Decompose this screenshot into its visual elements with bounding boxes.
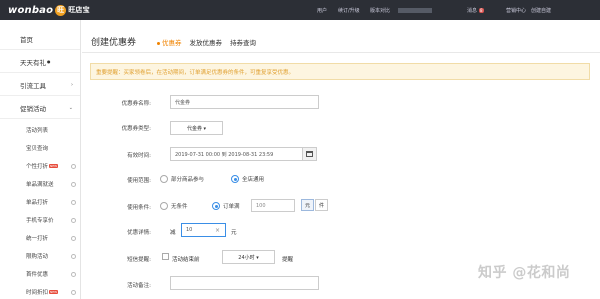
sidebar-sub-time-discount[interactable]: 时间折扣 NEW <box>26 288 59 296</box>
page-title: 创建优惠券 <box>91 38 137 48</box>
nav-version-compare-link[interactable]: 版本对比 <box>370 0 390 20</box>
notice-banner: 重要提醒：买家领卷后，在活动期间，订单满足优惠券的条件，可重复享受优惠。 <box>90 63 590 80</box>
calendar-icon <box>306 151 313 157</box>
logo-badge-icon: 旺 <box>55 4 67 16</box>
sidebar-sub-single-discount[interactable]: 单品打折 <box>26 198 48 206</box>
help-icon[interactable] <box>71 164 76 169</box>
coupon-type-label: 优惠券类型: <box>121 126 151 132</box>
nav-account-link[interactable]: 用户 <box>317 0 327 20</box>
logo-text: wonbao <box>8 4 54 16</box>
scope-partial-radio[interactable]: 部分商品参与 <box>160 175 204 183</box>
clear-icon[interactable]: × <box>215 227 220 234</box>
discount-amount-value: 10 <box>186 227 193 233</box>
nav-marketing-center-link[interactable]: 营销中心 <box>506 0 526 20</box>
coupon-type-select[interactable]: 代金券 ▾ <box>170 121 223 135</box>
condition-amount-input[interactable]: 100 <box>251 199 295 212</box>
scope-label: 使用范围: <box>127 178 151 184</box>
sidebar-sub-item-query[interactable]: 宝贝查询 <box>26 144 48 152</box>
user-name-redacted <box>398 7 432 13</box>
help-icon[interactable] <box>71 272 76 277</box>
discount-prefix: 减 <box>170 230 176 236</box>
help-icon[interactable] <box>71 182 76 187</box>
nav-messages-link[interactable]: 消息 8 <box>467 0 484 20</box>
sidebar-sub-purchase-limit[interactable]: 限购活动 <box>26 252 48 260</box>
sidebar-sub-mobile-price[interactable]: 手机专享价 <box>26 216 54 224</box>
new-tag: NEW <box>49 164 59 168</box>
nav-renew-link[interactable]: 续订/升级 <box>338 0 360 20</box>
nav-user-name[interactable] <box>398 0 432 20</box>
active-dot-icon <box>157 41 160 45</box>
sidebar-item-traffic-tools[interactable]: 引流工具 › <box>0 74 80 96</box>
logo-subtitle: 旺店宝 <box>68 6 90 14</box>
discount-amount-input[interactable]: 10 × <box>181 223 226 237</box>
messages-count-badge: 8 <box>479 7 484 13</box>
discount-suffix: 元 <box>231 230 237 236</box>
chevron-down-icon: ⌄ <box>68 104 73 111</box>
brand-logo[interactable]: wonbao 旺 旺店宝 <box>8 3 90 17</box>
sms-suffix: 提醒 <box>282 257 294 263</box>
radio-icon <box>160 175 168 183</box>
unit-piece-button[interactable]: 件 <box>315 199 328 211</box>
header-divider <box>82 52 600 53</box>
chevron-right-icon: › <box>71 81 73 88</box>
sms-time-select[interactable]: 24小时 ▾ <box>222 250 275 264</box>
nav-create-link[interactable]: 创建自建 <box>531 0 551 20</box>
sidebar-item-promotions[interactable]: 促销活动 ⌄ <box>0 97 80 119</box>
radio-checked-icon <box>231 175 239 183</box>
tab-bar: 优惠券 发放优惠券 持券查询 <box>157 37 264 47</box>
sms-before-end-label: 活动结束前 <box>172 257 200 263</box>
coupon-name-input[interactable]: 代金券 <box>170 95 319 109</box>
sidebar-sub-uniform-discount[interactable]: 统一打折 <box>26 234 48 242</box>
condition-none-radio[interactable]: 无条件 <box>160 202 188 210</box>
sidebar-sub-first-item[interactable]: 首件优惠 <box>26 270 48 278</box>
sms-reminder-label: 短信提醒: <box>127 257 151 263</box>
radio-checked-icon <box>212 202 220 210</box>
sms-reminder-checkbox[interactable] <box>162 253 169 260</box>
tab-holder-query[interactable]: 持券查询 <box>230 37 256 47</box>
new-tag: NEW <box>49 290 59 294</box>
discount-detail-label: 优惠详情: <box>127 230 151 236</box>
sidebar-dot-icon: ● <box>47 59 51 64</box>
condition-label: 使用条件: <box>127 205 151 211</box>
sidebar-sub-single-gift[interactable]: 单品满就送 <box>26 180 54 188</box>
scope-all-store-radio[interactable]: 全店通用 <box>231 175 264 183</box>
top-bar: wonbao 旺 旺店宝 用户 续订/升级 版本对比 消息 8 营销中心 创建自… <box>0 0 600 20</box>
valid-period-input[interactable]: 2019-07-31 00:00 到 2019-08-31 23:59 <box>170 147 303 161</box>
remark-label: 活动备注: <box>127 283 151 289</box>
calendar-button[interactable] <box>302 147 317 161</box>
tab-coupon[interactable]: 优惠券 <box>157 37 182 47</box>
help-icon[interactable] <box>71 254 76 259</box>
coupon-name-label: 优惠券名称: <box>121 101 151 107</box>
watermark-text: 知乎 @花和尚 <box>478 265 571 281</box>
valid-period-label: 有效时间: <box>127 153 151 159</box>
help-icon[interactable] <box>71 236 76 241</box>
help-icon[interactable] <box>71 200 76 205</box>
tab-issue-coupon[interactable]: 发放优惠券 <box>190 37 223 47</box>
radio-icon <box>160 202 168 210</box>
help-icon[interactable] <box>71 218 76 223</box>
sidebar-item-daily-gift[interactable]: 天天有礼 ● <box>0 51 80 73</box>
sidebar: 首页 天天有礼 ● 引流工具 › 促销活动 ⌄ 活动列表 宝贝查询 个性打折 NEW 单… <box>0 20 81 299</box>
sidebar-sub-custom-discount[interactable]: 个性打折 NEW <box>26 162 59 170</box>
unit-yuan-button[interactable]: 元 <box>301 199 314 211</box>
sidebar-item-home[interactable]: 首页 <box>0 28 80 50</box>
remark-input[interactable] <box>170 276 319 290</box>
help-icon[interactable] <box>71 290 76 295</box>
sidebar-sub-activity-list[interactable]: 活动列表 <box>26 126 48 134</box>
condition-order-min-radio[interactable]: 订单满 <box>212 202 240 210</box>
